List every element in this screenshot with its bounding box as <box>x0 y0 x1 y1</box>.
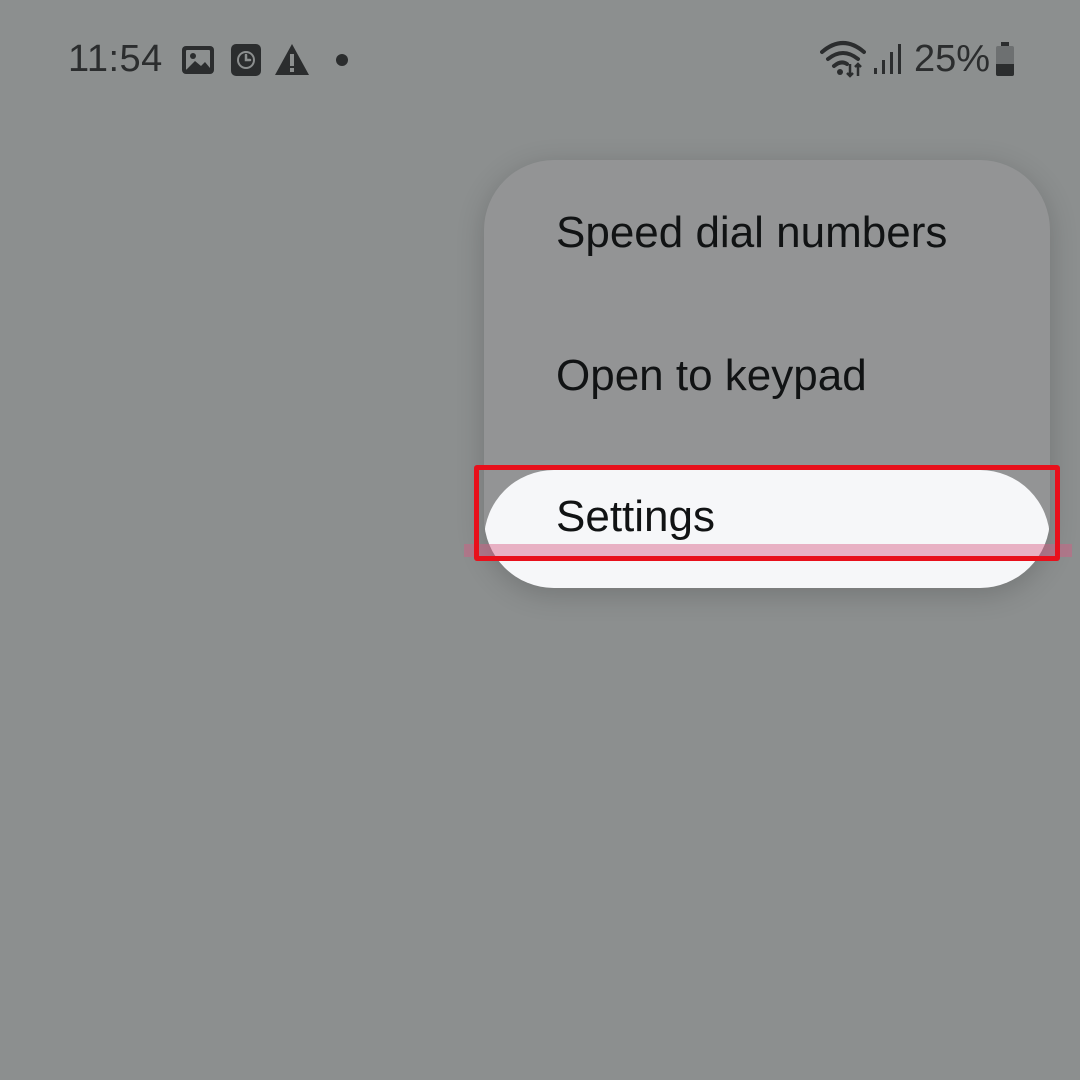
wifi-icon <box>820 41 866 78</box>
signal-icon <box>874 44 901 74</box>
menu-item-label: Settings <box>556 492 715 541</box>
status-time: 11:54 <box>68 38 163 80</box>
clock-icon <box>231 44 261 76</box>
menu-item-settings[interactable]: Settings <box>484 448 1050 588</box>
menu-item-label: Speed dial numbers <box>556 208 948 257</box>
screen: 11:54 25% Speed dial numbers Open to key… <box>0 0 1080 1080</box>
image-icon <box>182 46 214 74</box>
menu-item-speed-dial-numbers[interactable]: Speed dial numbers <box>484 162 1050 304</box>
warning-icon <box>275 44 309 75</box>
dot-icon <box>336 54 348 66</box>
battery-percent: 25% <box>914 38 991 80</box>
menu-item-label: Open to keypad <box>556 351 867 400</box>
menu-item-open-to-keypad[interactable]: Open to keypad <box>484 305 1050 447</box>
battery-icon <box>996 42 1014 76</box>
overflow-menu: Speed dial numbers Open to keypad Settin… <box>484 160 1050 588</box>
status-bar: 11:54 25% <box>0 0 1080 120</box>
